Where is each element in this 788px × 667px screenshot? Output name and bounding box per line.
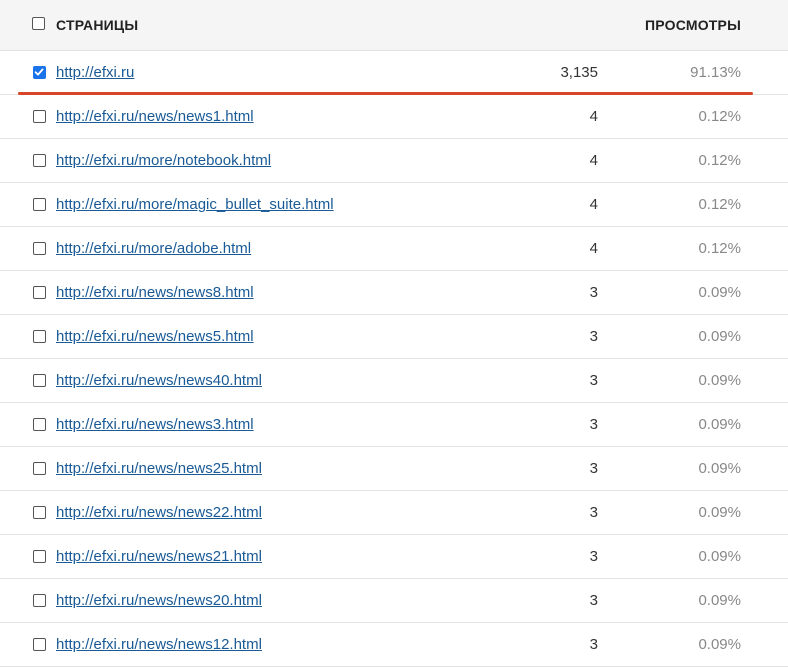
row-checkbox[interactable] bbox=[33, 286, 46, 299]
table-row: http://efxi.ru/more/adobe.html 4 0.12% bbox=[0, 227, 788, 271]
views-count: 3 bbox=[589, 548, 598, 565]
page-url-link[interactable]: http://efxi.ru/more/magic_bullet_suite.h… bbox=[56, 196, 334, 213]
select-all-checkbox[interactable] bbox=[32, 17, 45, 30]
views-percent: 0.09% bbox=[698, 284, 741, 301]
table-row: http://efxi.ru/news/news12.html 3 0.09% bbox=[0, 623, 788, 667]
page-url-link[interactable]: http://efxi.ru bbox=[56, 64, 134, 81]
row-checkbox[interactable] bbox=[33, 550, 46, 563]
row-checkbox[interactable] bbox=[33, 66, 46, 79]
row-checkbox[interactable] bbox=[33, 418, 46, 431]
views-percent: 0.09% bbox=[698, 548, 741, 565]
table-row: http://efxi.ru 3,135 91.13% bbox=[0, 51, 788, 95]
row-checkbox[interactable] bbox=[33, 638, 46, 651]
table-row: http://efxi.ru/news/news8.html 3 0.09% bbox=[0, 271, 788, 315]
table-row: http://efxi.ru/news/news21.html 3 0.09% bbox=[0, 535, 788, 579]
pages-column-header[interactable]: СТРАНИЦЫ bbox=[56, 17, 138, 33]
table-row: http://efxi.ru/news/news20.html 3 0.09% bbox=[0, 579, 788, 623]
page-url-link[interactable]: http://efxi.ru/news/news12.html bbox=[56, 636, 262, 653]
pages-table: СТРАНИЦЫ ПРОСМОТРЫ http://efxi.ru 3,135 91… bbox=[0, 0, 788, 667]
views-percent: 0.12% bbox=[698, 196, 741, 213]
page-url-link[interactable]: http://efxi.ru/more/adobe.html bbox=[56, 240, 251, 257]
views-percent: 0.09% bbox=[698, 416, 741, 433]
page-url-link[interactable]: http://efxi.ru/news/news3.html bbox=[56, 416, 254, 433]
row-checkbox[interactable] bbox=[33, 594, 46, 607]
page-url-link[interactable]: http://efxi.ru/news/news22.html bbox=[56, 504, 262, 521]
page-url-link[interactable]: http://efxi.ru/news/news1.html bbox=[56, 108, 254, 125]
views-count: 3 bbox=[589, 284, 598, 301]
table-row: http://efxi.ru/news/news22.html 3 0.09% bbox=[0, 491, 788, 535]
table-row: http://efxi.ru/news/news25.html 3 0.09% bbox=[0, 447, 788, 491]
views-count: 3 bbox=[589, 636, 598, 653]
page-url-link[interactable]: http://efxi.ru/news/news5.html bbox=[56, 328, 254, 345]
row-checkbox[interactable] bbox=[33, 506, 46, 519]
page-url-link[interactable]: http://efxi.ru/news/news21.html bbox=[56, 548, 262, 565]
row-checkbox[interactable] bbox=[33, 110, 46, 123]
checkmark-icon bbox=[34, 68, 44, 76]
views-percent: 0.12% bbox=[698, 240, 741, 257]
row-checkbox[interactable] bbox=[33, 374, 46, 387]
page-url-link[interactable]: http://efxi.ru/news/news8.html bbox=[56, 284, 254, 301]
table-row: http://efxi.ru/news/news3.html 3 0.09% bbox=[0, 403, 788, 447]
page-url-link[interactable]: http://efxi.ru/news/news25.html bbox=[56, 460, 262, 477]
views-column-header[interactable]: ПРОСМОТРЫ bbox=[645, 17, 741, 33]
views-percent: 0.09% bbox=[698, 372, 741, 389]
table-row: http://efxi.ru/news/news1.html 4 0.12% bbox=[0, 95, 788, 139]
page-url-link[interactable]: http://efxi.ru/news/news40.html bbox=[56, 372, 262, 389]
row-checkbox[interactable] bbox=[33, 154, 46, 167]
views-count: 3,135 bbox=[560, 64, 598, 81]
views-count: 4 bbox=[589, 152, 598, 169]
row-checkbox[interactable] bbox=[33, 198, 46, 211]
views-count: 3 bbox=[589, 328, 598, 345]
row-checkbox[interactable] bbox=[33, 330, 46, 343]
highlight-underline bbox=[18, 92, 753, 95]
views-count: 3 bbox=[589, 504, 598, 521]
views-percent: 91.13% bbox=[690, 64, 741, 81]
table-header: СТРАНИЦЫ ПРОСМОТРЫ bbox=[0, 0, 788, 51]
views-percent: 0.09% bbox=[698, 592, 741, 609]
views-percent: 0.09% bbox=[698, 504, 741, 521]
views-count: 3 bbox=[589, 416, 598, 433]
table-row: http://efxi.ru/news/news5.html 3 0.09% bbox=[0, 315, 788, 359]
views-count: 3 bbox=[589, 372, 598, 389]
table-row: http://efxi.ru/more/magic_bullet_suite.h… bbox=[0, 183, 788, 227]
page-url-link[interactable]: http://efxi.ru/news/news20.html bbox=[56, 592, 262, 609]
views-count: 4 bbox=[589, 108, 598, 125]
views-count: 4 bbox=[589, 196, 598, 213]
row-checkbox[interactable] bbox=[33, 242, 46, 255]
row-checkbox[interactable] bbox=[33, 462, 46, 475]
table-body: http://efxi.ru 3,135 91.13% http://efxi.ru/… bbox=[0, 51, 788, 667]
page-url-link[interactable]: http://efxi.ru/more/notebook.html bbox=[56, 152, 271, 169]
views-count: 3 bbox=[589, 460, 598, 477]
table-row: http://efxi.ru/more/notebook.html 4 0.12% bbox=[0, 139, 788, 183]
views-percent: 0.09% bbox=[698, 460, 741, 477]
table-row: http://efxi.ru/news/news40.html 3 0.09% bbox=[0, 359, 788, 403]
views-percent: 0.12% bbox=[698, 108, 741, 125]
views-count: 3 bbox=[589, 592, 598, 609]
views-percent: 0.09% bbox=[698, 636, 741, 653]
views-count: 4 bbox=[589, 240, 598, 257]
views-percent: 0.12% bbox=[698, 152, 741, 169]
views-percent: 0.09% bbox=[698, 328, 741, 345]
